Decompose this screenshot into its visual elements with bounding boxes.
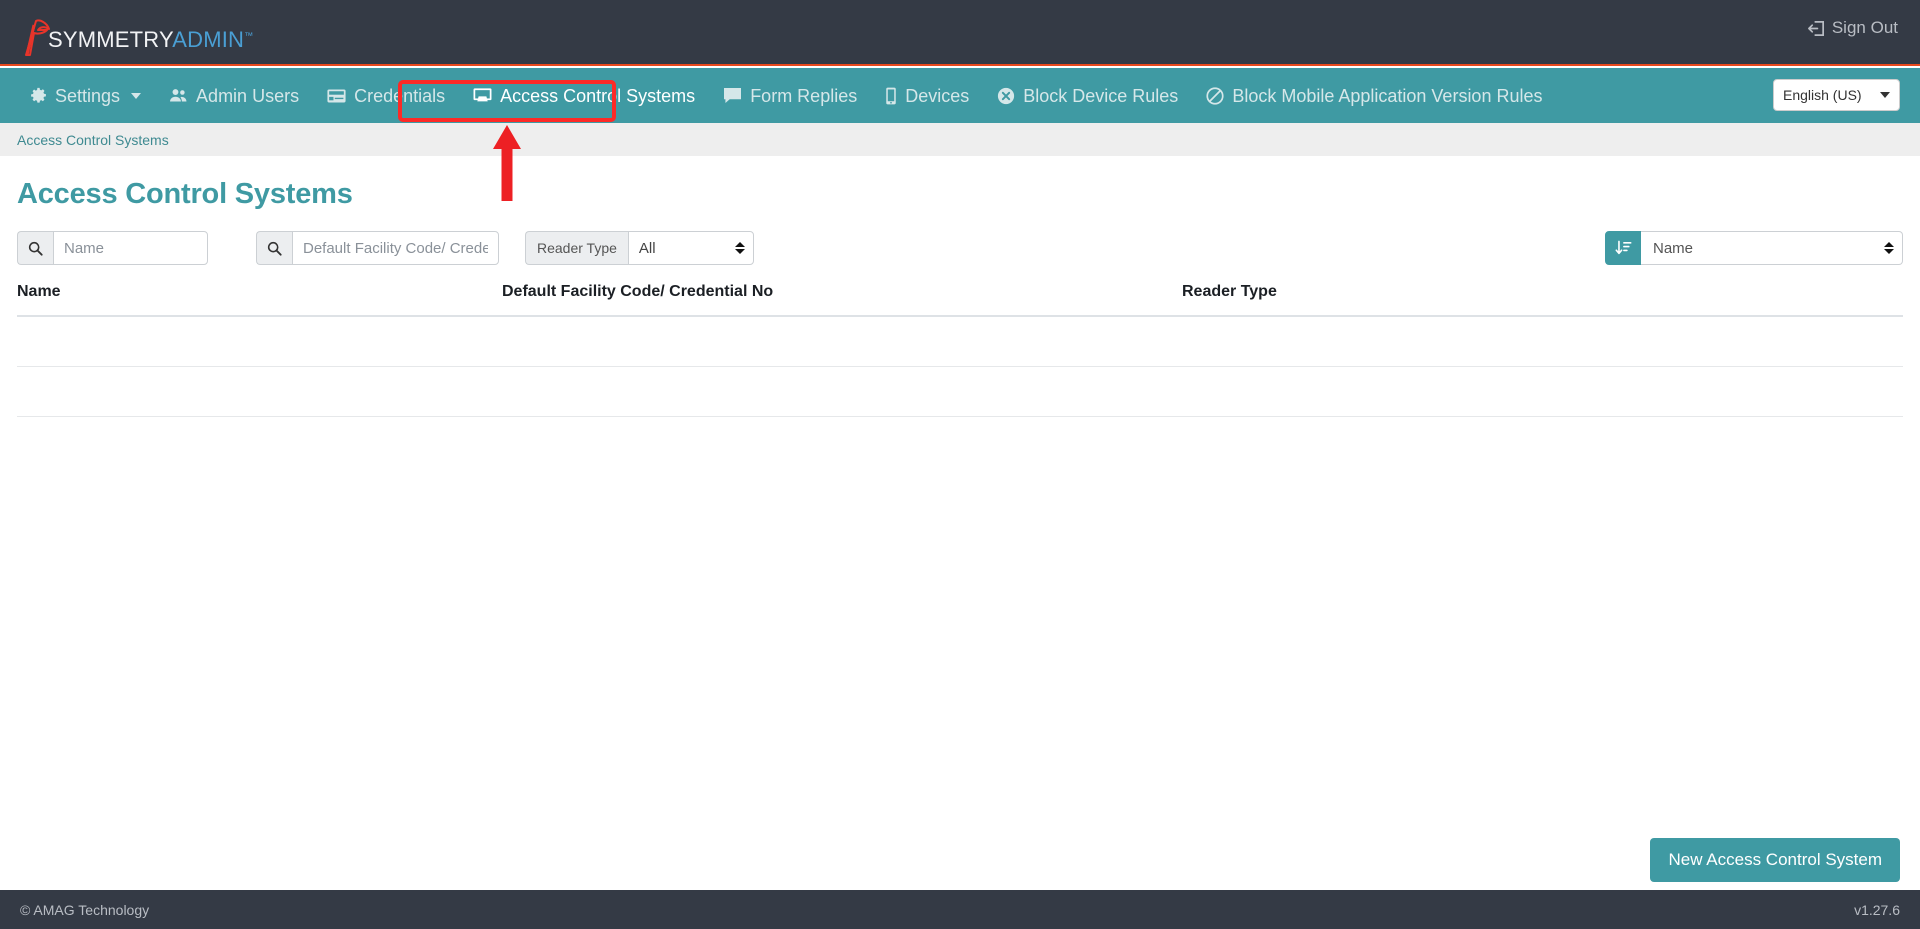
name-search-input[interactable] (53, 231, 208, 265)
footer-copyright: © AMAG Technology (20, 901, 150, 918)
page-title: Access Control Systems (17, 178, 353, 210)
search-icon (256, 231, 292, 265)
chevron-down-icon (131, 92, 142, 99)
facility-search-group (256, 231, 499, 265)
nav-label-access-control-systems: Access Control Systems (500, 85, 696, 106)
language-select-value: English (US) (1783, 87, 1862, 103)
search-icon (17, 231, 53, 265)
reader-type-select-value: All (638, 239, 656, 257)
nav-item-admin-users[interactable]: Admin Users (159, 81, 309, 111)
monitor-icon (473, 87, 492, 104)
brand-name-primary: SYMMETRY (48, 27, 173, 52)
sort-direction-button[interactable] (1605, 231, 1641, 265)
reader-type-select[interactable]: All (627, 231, 754, 265)
language-select[interactable]: English (US) (1773, 79, 1900, 111)
facility-code-search-input[interactable] (292, 231, 499, 265)
chevron-down-icon (1880, 92, 1890, 98)
sort-field-select[interactable]: Name (1641, 231, 1903, 265)
nav-item-block-mobile-application-version-rules[interactable]: Block Mobile Application Version Rules (1196, 81, 1552, 111)
column-header-default-facility-code[interactable]: Default Facility Code/ Credential No (502, 283, 1182, 317)
gear-icon (30, 87, 47, 104)
mobile-icon (885, 87, 897, 105)
nav-item-form-replies[interactable]: Form Replies (713, 81, 867, 111)
table-header-row: Name Default Facility Code/ Credential N… (17, 283, 1903, 317)
users-icon (169, 87, 188, 104)
filter-toolbar: Reader Type All Name (0, 231, 1920, 265)
top-bar: SYMMETRYADMIN™ Sign Out (0, 0, 1920, 66)
name-search-group (17, 231, 208, 265)
ban-icon (1206, 86, 1224, 105)
brand-trademark: ™ (244, 30, 254, 41)
nav-label-form-replies: Form Replies (750, 85, 858, 106)
table-body (17, 316, 1903, 417)
sort-control: Name (1605, 231, 1903, 265)
reader-type-filter-group: Reader Type All (525, 231, 754, 265)
new-access-control-system-button[interactable]: New Access Control System (1650, 838, 1900, 882)
sign-out-button[interactable]: Sign Out (1807, 18, 1898, 38)
brand-wordmark: SYMMETRYADMIN™ (48, 29, 253, 51)
column-header-name[interactable]: Name (17, 283, 502, 317)
breadcrumb-item-access-control-systems[interactable]: Access Control Systems (17, 132, 169, 148)
nav-item-access-control-systems[interactable]: Access Control Systems (463, 81, 705, 111)
comment-icon (723, 87, 742, 104)
nav-label-credentials: Credentials (354, 85, 446, 106)
column-header-reader-type[interactable]: Reader Type (1182, 283, 1903, 317)
table-row (17, 316, 1903, 367)
sign-out-label: Sign Out (1831, 18, 1898, 37)
nav-item-settings[interactable]: Settings (20, 81, 151, 111)
nav-label-settings: Settings (55, 85, 121, 106)
nav-items-list: Settings Admin Users Credentials Access … (0, 68, 1560, 123)
nav-item-credentials[interactable]: Credentials (317, 81, 455, 111)
brand-logo[interactable]: SYMMETRYADMIN™ (22, 9, 253, 56)
card-icon (327, 88, 346, 104)
page-content: Access Control Systems Reader Type All (0, 156, 1920, 417)
nav-label-block-mobile-application-version-rules: Block Mobile Application Version Rules (1232, 85, 1543, 106)
sort-field-select-value: Name (1653, 239, 1694, 257)
reader-type-label: Reader Type (525, 231, 628, 265)
select-spinner-icon (1884, 242, 1894, 254)
main-navigation: Settings Admin Users Credentials Access … (0, 68, 1920, 123)
brand-name-secondary: ADMIN (172, 27, 245, 52)
table-row (17, 366, 1903, 417)
times-circle-icon (997, 87, 1015, 105)
select-spinner-icon (734, 242, 745, 254)
nav-label-block-device-rules: Block Device Rules (1023, 85, 1179, 106)
breadcrumb: Access Control Systems (0, 123, 1920, 156)
footer: © AMAG Technology v1.27.6 (0, 890, 1920, 929)
nav-item-block-device-rules[interactable]: Block Device Rules (987, 81, 1188, 111)
sort-amount-desc-icon (1615, 240, 1631, 254)
nav-label-devices: Devices (905, 85, 970, 106)
access-control-systems-table: Name Default Facility Code/ Credential N… (17, 283, 1903, 417)
nav-label-admin-users: Admin Users (196, 85, 300, 106)
sign-out-icon (1807, 20, 1824, 36)
nav-item-devices[interactable]: Devices (875, 81, 979, 111)
footer-version: v1.27.6 (1854, 901, 1900, 918)
